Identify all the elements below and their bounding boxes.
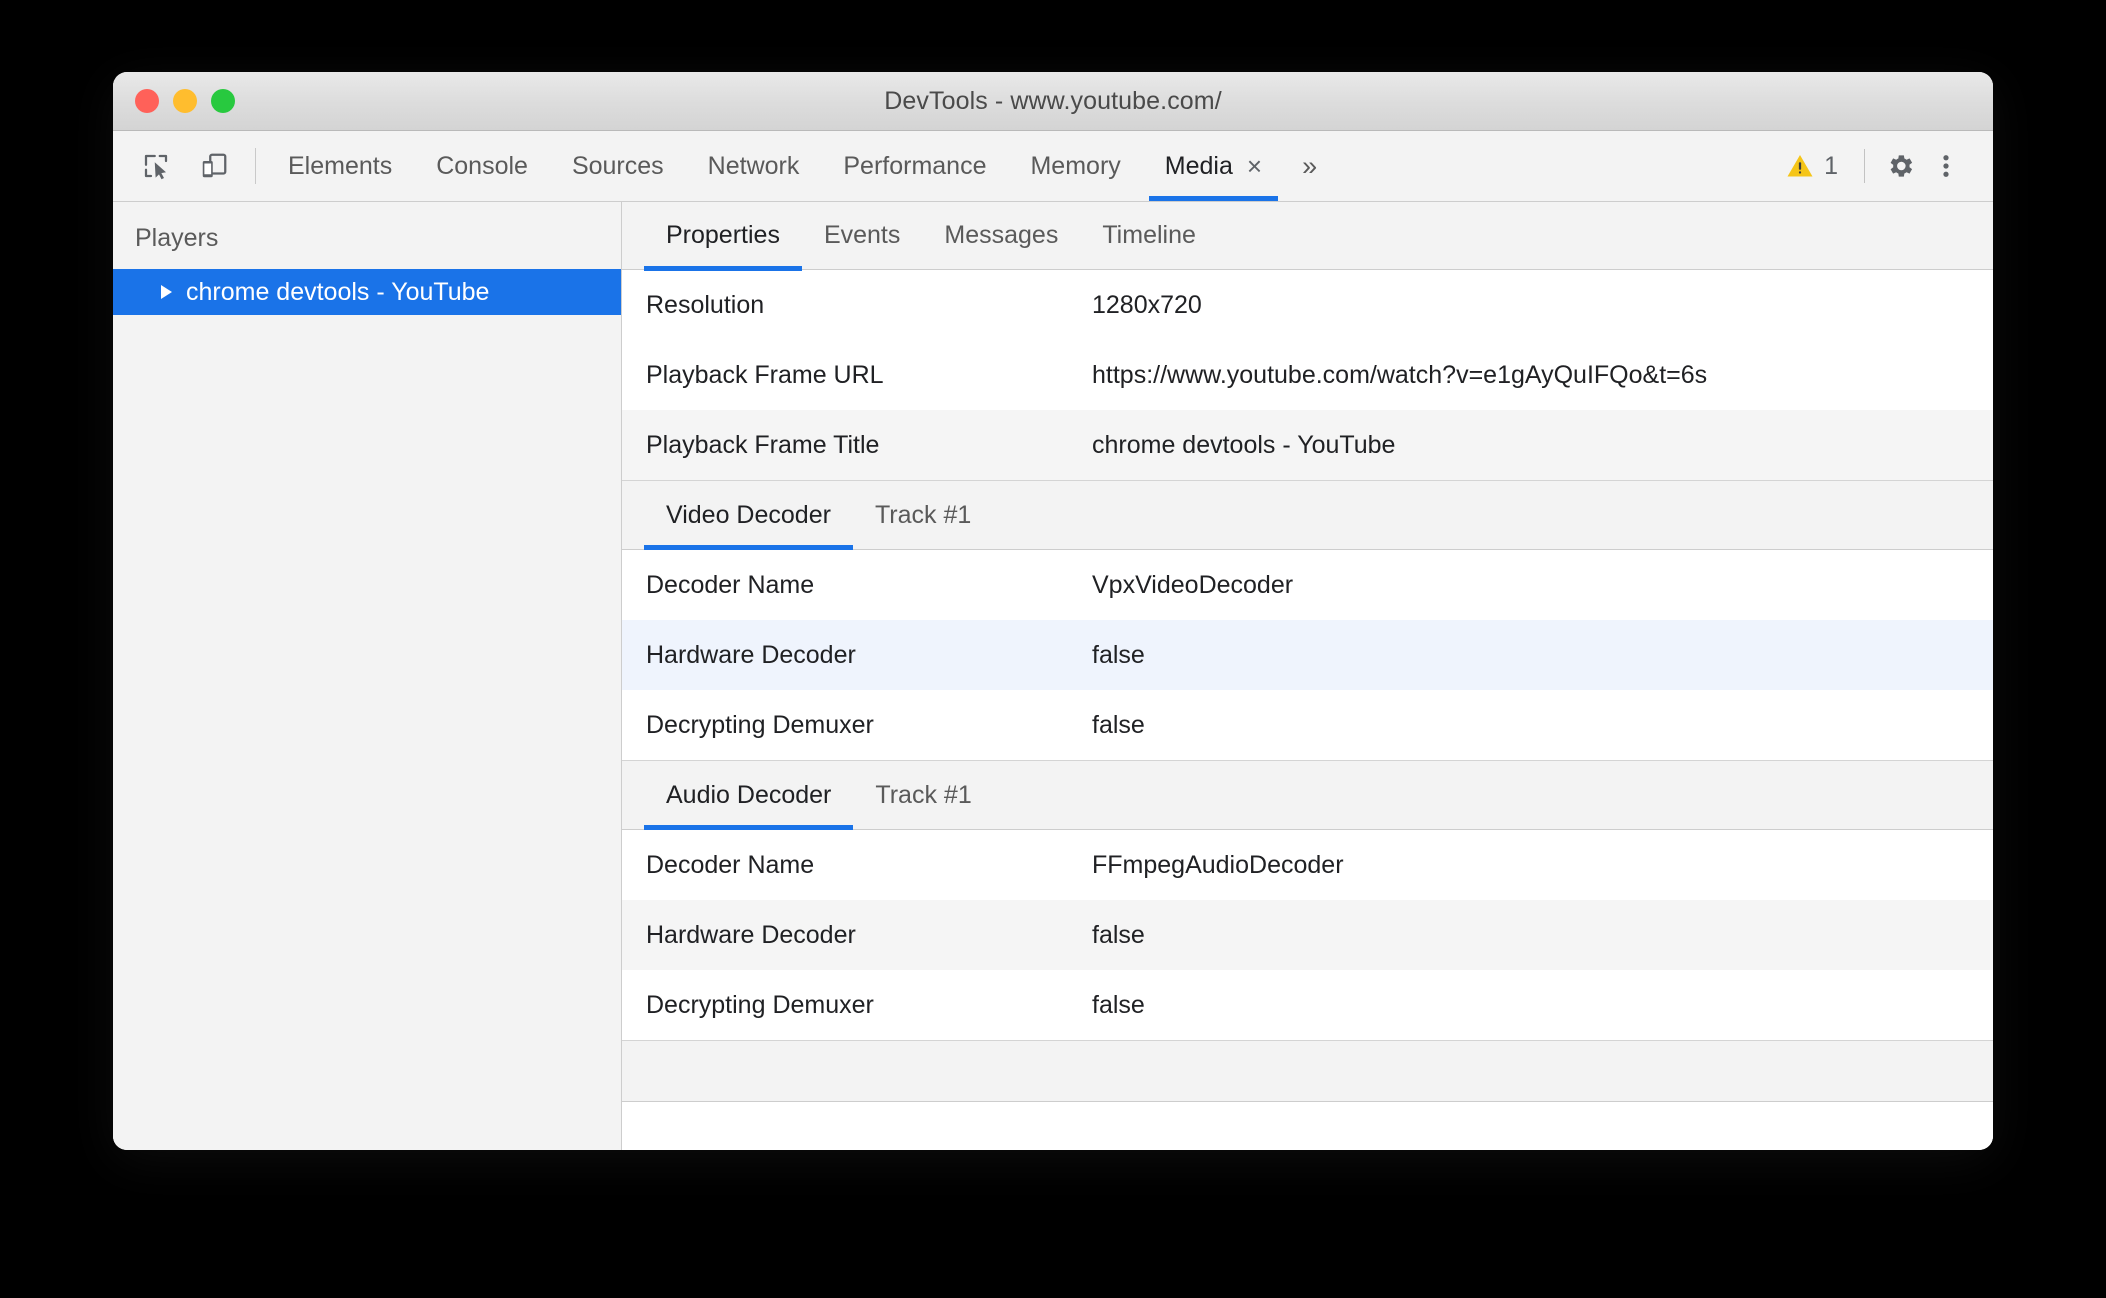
section-tab-video-decoder[interactable]: Video Decoder (644, 481, 853, 550)
property-name: Hardware Decoder (646, 920, 856, 949)
table-row: Hardware Decoder false (622, 900, 1993, 970)
audio-decoder-section-header: Audio Decoder Track #1 (622, 760, 1993, 830)
subtab-messages[interactable]: Messages (922, 202, 1080, 270)
subtab-events[interactable]: Events (802, 202, 922, 270)
tab-media[interactable]: Media × (1143, 131, 1284, 201)
close-window-button[interactable] (135, 89, 159, 113)
tab-sources[interactable]: Sources (550, 131, 686, 201)
table-row: Playback Frame Title chrome devtools - Y… (622, 410, 1993, 480)
inspect-element-icon (141, 151, 171, 181)
tab-elements[interactable]: Elements (266, 131, 414, 201)
properties-list: Resolution 1280x720 Playback Frame URL h… (622, 270, 1993, 1150)
subtab-timeline[interactable]: Timeline (1080, 202, 1218, 270)
empty-section-header (622, 1040, 1993, 1102)
property-value: chrome devtools - YouTube (1092, 430, 1396, 459)
property-name: Decoder Name (646, 850, 815, 879)
section-tab-audio-decoder[interactable]: Audio Decoder (644, 761, 854, 830)
players-title: Players (135, 224, 219, 252)
warning-icon (1785, 151, 1815, 181)
subtab-properties[interactable]: Properties (644, 202, 802, 271)
tab-label: Sources (571, 151, 664, 180)
property-value: false (1092, 920, 1145, 949)
section-tab-label: Track #1 (875, 780, 972, 809)
subtab-label: Events (823, 221, 901, 249)
warning-indicator[interactable]: 1 (1771, 151, 1852, 181)
property-value: false (1092, 990, 1145, 1019)
section-tab-audio-track-1[interactable]: Track #1 (853, 761, 993, 829)
property-name: Hardware Decoder (646, 640, 856, 669)
table-row: Hardware Decoder false (622, 620, 1993, 690)
devtools-window: DevTools - www.youtube.com/ Elements Con… (113, 72, 1993, 1150)
settings-button[interactable] (1877, 143, 1923, 189)
media-subtabs: Properties Events Messages Timeline (622, 202, 1993, 271)
property-value: FFmpegAudioDecoder (1092, 850, 1344, 879)
inspect-element-button[interactable] (135, 145, 177, 187)
table-row: Decrypting Demuxer false (622, 690, 1993, 760)
more-tabs-button[interactable]: » (1284, 131, 1335, 201)
media-content-panel: Properties Events Messages Timeline Reso… (622, 202, 1993, 1150)
property-value: 1280x720 (1092, 290, 1202, 319)
tab-label: Performance (843, 151, 987, 180)
close-icon[interactable]: × (1247, 153, 1262, 179)
player-label: chrome devtools - YouTube (186, 277, 490, 306)
tab-label: Memory (1030, 151, 1121, 180)
device-toolbar-icon (199, 151, 229, 181)
section-tab-label: Audio Decoder (666, 780, 832, 809)
toolbar-divider-right (1864, 149, 1865, 183)
traffic-lights (135, 72, 235, 130)
property-name: Decoder Name (646, 570, 815, 599)
property-value: https://www.youtube.com/watch?v=e1gAyQuI… (1092, 360, 1708, 389)
window-titlebar: DevTools - www.youtube.com/ (113, 72, 1993, 131)
property-value: false (1092, 640, 1145, 669)
tab-label: Console (436, 151, 528, 180)
tab-network[interactable]: Network (686, 131, 822, 201)
gear-icon (1884, 150, 1916, 182)
section-tab-video-track-1[interactable]: Track #1 (853, 481, 993, 549)
property-name: Decrypting Demuxer (646, 710, 874, 739)
property-value: VpxVideoDecoder (1092, 570, 1294, 599)
expand-triangle-icon[interactable] (161, 285, 172, 299)
subtab-label: Messages (944, 221, 1059, 249)
screen: DevTools - www.youtube.com/ Elements Con… (0, 0, 2106, 1298)
property-name: Resolution (646, 290, 765, 319)
property-name: Decrypting Demuxer (646, 990, 874, 1019)
players-sidebar: Players chrome devtools - YouTube (113, 202, 622, 1150)
maximize-window-button[interactable] (211, 89, 235, 113)
table-row: Resolution 1280x720 (622, 270, 1993, 340)
section-tab-label: Track #1 (874, 500, 972, 529)
tab-performance[interactable]: Performance (821, 131, 1008, 201)
warning-count: 1 (1824, 151, 1838, 180)
table-row: Decoder Name FFmpegAudioDecoder (622, 830, 1993, 900)
player-list-item[interactable]: chrome devtools - YouTube (113, 269, 621, 315)
video-decoder-section-header: Video Decoder Track #1 (622, 480, 1993, 550)
section-tab-label: Video Decoder (666, 500, 831, 529)
device-toolbar-button[interactable] (193, 145, 235, 187)
devtools-toolbar: Elements Console Sources Network Perform… (113, 131, 1993, 202)
main-menu-button[interactable] (1923, 143, 1969, 189)
toolbar-divider (255, 148, 256, 184)
minimize-window-button[interactable] (173, 89, 197, 113)
property-name: Playback Frame Title (646, 430, 880, 459)
toolbar-left-icons (135, 131, 249, 201)
table-row: Decoder Name VpxVideoDecoder (622, 550, 1993, 620)
property-value: false (1092, 710, 1145, 739)
subtab-label: Properties (666, 221, 780, 249)
toolbar-right-icons: 1 (1771, 131, 1993, 201)
tab-memory[interactable]: Memory (1008, 131, 1142, 201)
table-row: Playback Frame URL https://www.youtube.c… (622, 340, 1993, 410)
panel-tabs: Elements Console Sources Network Perform… (266, 131, 1771, 201)
tab-label: Elements (288, 151, 393, 180)
tab-label: Network (707, 151, 800, 180)
property-name: Playback Frame URL (646, 360, 884, 389)
subtab-label: Timeline (1102, 221, 1196, 249)
kebab-menu-icon (1931, 151, 1961, 181)
devtools-body: Players chrome devtools - YouTube Proper… (113, 202, 1993, 1150)
tab-label: Media (1164, 151, 1233, 180)
chevron-double-right-icon: » (1302, 150, 1318, 181)
tab-console[interactable]: Console (414, 131, 550, 201)
window-title: DevTools - www.youtube.com/ (884, 86, 1222, 115)
table-row: Decrypting Demuxer false (622, 970, 1993, 1040)
